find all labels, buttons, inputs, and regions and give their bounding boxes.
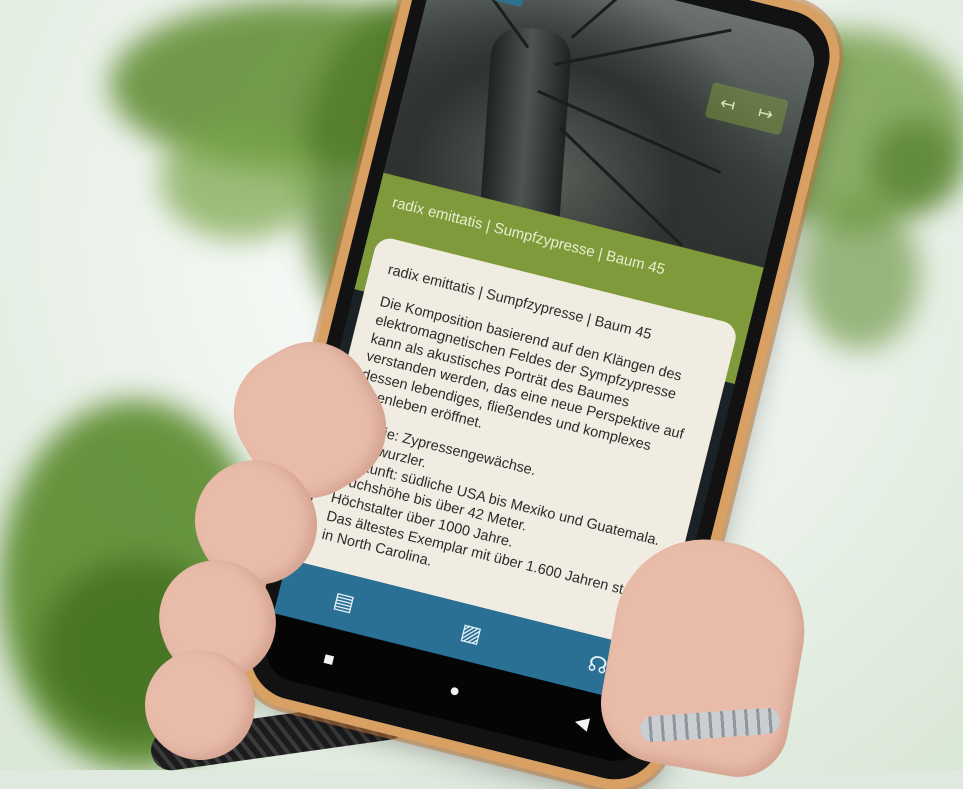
foliage-blob bbox=[800, 200, 920, 350]
arrow-left-icon[interactable]: ↤ bbox=[718, 92, 737, 116]
document-icon[interactable]: ▤ bbox=[331, 587, 357, 617]
image-icon[interactable]: ▨ bbox=[458, 618, 484, 648]
foliage-blob bbox=[870, 120, 960, 210]
tree-branch bbox=[570, 0, 694, 39]
back-icon[interactable]: ◀ bbox=[573, 710, 591, 734]
home-icon[interactable]: ● bbox=[447, 679, 462, 702]
share-button[interactable]: ⋈ bbox=[484, 0, 530, 8]
tree-branch bbox=[554, 28, 732, 66]
tree-navigation: ↤ ↦ bbox=[704, 81, 789, 136]
arrow-right-icon[interactable]: ↦ bbox=[756, 101, 775, 125]
recent-apps-icon[interactable]: ■ bbox=[321, 647, 336, 670]
